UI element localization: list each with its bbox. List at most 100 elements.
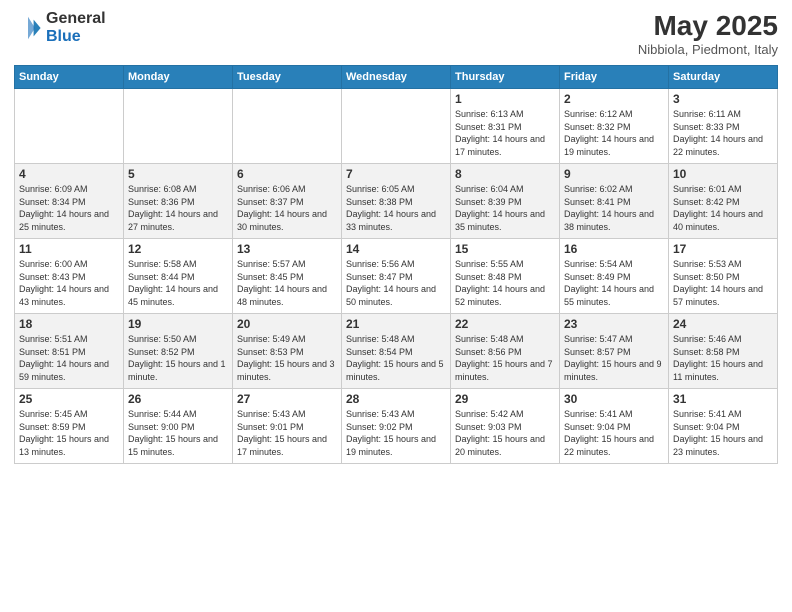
day-number: 21 [346, 317, 446, 331]
weekday-saturday: Saturday [669, 66, 778, 89]
day-info: Sunrise: 5:43 AMSunset: 9:01 PMDaylight:… [237, 408, 337, 458]
day-number: 22 [455, 317, 555, 331]
day-cell: 11Sunrise: 6:00 AMSunset: 8:43 PMDayligh… [15, 239, 124, 314]
day-info: Sunrise: 5:58 AMSunset: 8:44 PMDaylight:… [128, 258, 228, 308]
day-info: Sunrise: 5:46 AMSunset: 8:58 PMDaylight:… [673, 333, 773, 383]
calendar-header: SundayMondayTuesdayWednesdayThursdayFrid… [15, 66, 778, 89]
day-cell: 4Sunrise: 6:09 AMSunset: 8:34 PMDaylight… [15, 164, 124, 239]
day-cell: 19 Sunrise: 5:50 AMSunset: 8:52 PMDayligh… [124, 314, 233, 389]
day-number: 16 [564, 242, 664, 256]
day-cell: 22Sunrise: 5:48 AMSunset: 8:56 PMDayligh… [451, 314, 560, 389]
calendar: SundayMondayTuesdayWednesdayThursdayFrid… [14, 65, 778, 464]
week-row-4: 25 Sunrise: 5:45 AMSunset: 8:59 PMDayligh… [15, 389, 778, 464]
day-number: 24 [673, 317, 773, 331]
week-row-1: 4Sunrise: 6:09 AMSunset: 8:34 PMDaylight… [15, 164, 778, 239]
day-cell [15, 89, 124, 164]
day-cell: 31 Sunrise: 5:41 AMSunset: 9:04 PMDayligh… [669, 389, 778, 464]
day-cell: 15 Sunrise: 5:55 AMSunset: 8:48 PMDayligh… [451, 239, 560, 314]
day-cell: 17Sunrise: 5:53 AMSunset: 8:50 PMDayligh… [669, 239, 778, 314]
month-title: May 2025 [638, 10, 778, 42]
weekday-friday: Friday [560, 66, 669, 89]
calendar-body: 1 Sunrise: 6:13 AMSunset: 8:31 PMDaylight… [15, 89, 778, 464]
day-cell: 23 Sunrise: 5:47 AMSunset: 8:57 PMDayligh… [560, 314, 669, 389]
day-info: Sunrise: 6:00 AMSunset: 8:43 PMDaylight:… [19, 258, 119, 308]
day-number: 18 [19, 317, 119, 331]
day-number: 7 [346, 167, 446, 181]
day-info: Sunrise: 5:54 AMSunset: 8:49 PMDaylight:… [564, 258, 664, 308]
day-info: Sunrise: 5:50 AMSunset: 8:52 PMDaylight:… [128, 333, 228, 383]
day-number: 30 [564, 392, 664, 406]
day-info: Sunrise: 6:08 AMSunset: 8:36 PMDaylight:… [128, 183, 228, 233]
day-number: 20 [237, 317, 337, 331]
day-cell: 1 Sunrise: 6:13 AMSunset: 8:31 PMDaylight… [451, 89, 560, 164]
day-info: Sunrise: 6:11 AMSunset: 8:33 PMDaylight:… [673, 108, 773, 158]
weekday-thursday: Thursday [451, 66, 560, 89]
day-info: Sunrise: 6:05 AMSunset: 8:38 PMDaylight:… [346, 183, 446, 233]
day-number: 10 [673, 167, 773, 181]
day-info: Sunrise: 5:47 AMSunset: 8:57 PMDaylight:… [564, 333, 664, 383]
day-number: 5 [128, 167, 228, 181]
day-cell: 7 Sunrise: 6:05 AMSunset: 8:38 PMDaylight… [342, 164, 451, 239]
day-number: 3 [673, 92, 773, 106]
day-number: 15 [455, 242, 555, 256]
day-cell: 26 Sunrise: 5:44 AMSunset: 9:00 PMDayligh… [124, 389, 233, 464]
location: Nibbiola, Piedmont, Italy [638, 42, 778, 57]
day-info: Sunrise: 5:55 AMSunset: 8:48 PMDaylight:… [455, 258, 555, 308]
day-info: Sunrise: 5:41 AMSunset: 9:04 PMDaylight:… [564, 408, 664, 458]
day-cell: 24 Sunrise: 5:46 AMSunset: 8:58 PMDayligh… [669, 314, 778, 389]
logo-icon [14, 14, 42, 42]
day-info: Sunrise: 6:06 AMSunset: 8:37 PMDaylight:… [237, 183, 337, 233]
day-number: 26 [128, 392, 228, 406]
day-number: 27 [237, 392, 337, 406]
weekday-monday: Monday [124, 66, 233, 89]
day-number: 9 [564, 167, 664, 181]
day-cell: 5 Sunrise: 6:08 AMSunset: 8:36 PMDaylight… [124, 164, 233, 239]
day-cell: 16 Sunrise: 5:54 AMSunset: 8:49 PMDayligh… [560, 239, 669, 314]
day-info: Sunrise: 5:53 AMSunset: 8:50 PMDaylight:… [673, 258, 773, 308]
logo: General Blue [14, 10, 106, 45]
day-info: Sunrise: 5:41 AMSunset: 9:04 PMDaylight:… [673, 408, 773, 458]
day-info: Sunrise: 6:13 AMSunset: 8:31 PMDaylight:… [455, 108, 555, 158]
day-number: 6 [237, 167, 337, 181]
week-row-2: 11Sunrise: 6:00 AMSunset: 8:43 PMDayligh… [15, 239, 778, 314]
day-number: 12 [128, 242, 228, 256]
day-cell: 27 Sunrise: 5:43 AMSunset: 9:01 PMDayligh… [233, 389, 342, 464]
day-info: Sunrise: 6:01 AMSunset: 8:42 PMDaylight:… [673, 183, 773, 233]
page: General Blue May 2025 Nibbiola, Piedmont… [0, 0, 792, 612]
day-number: 19 [128, 317, 228, 331]
day-info: Sunrise: 5:45 AMSunset: 8:59 PMDaylight:… [19, 408, 119, 458]
day-cell: 18Sunrise: 5:51 AMSunset: 8:51 PMDayligh… [15, 314, 124, 389]
week-row-3: 18Sunrise: 5:51 AMSunset: 8:51 PMDayligh… [15, 314, 778, 389]
day-cell: 25 Sunrise: 5:45 AMSunset: 8:59 PMDayligh… [15, 389, 124, 464]
day-number: 29 [455, 392, 555, 406]
day-info: Sunrise: 6:04 AMSunset: 8:39 PMDaylight:… [455, 183, 555, 233]
day-info: Sunrise: 5:57 AMSunset: 8:45 PMDaylight:… [237, 258, 337, 308]
day-number: 1 [455, 92, 555, 106]
day-info: Sunrise: 5:56 AMSunset: 8:47 PMDaylight:… [346, 258, 446, 308]
weekday-wednesday: Wednesday [342, 66, 451, 89]
day-info: Sunrise: 5:44 AMSunset: 9:00 PMDaylight:… [128, 408, 228, 458]
day-number: 23 [564, 317, 664, 331]
day-info: Sunrise: 6:12 AMSunset: 8:32 PMDaylight:… [564, 108, 664, 158]
header: General Blue May 2025 Nibbiola, Piedmont… [14, 10, 778, 57]
day-info: Sunrise: 5:48 AMSunset: 8:54 PMDaylight:… [346, 333, 446, 383]
weekday-sunday: Sunday [15, 66, 124, 89]
day-info: Sunrise: 5:42 AMSunset: 9:03 PMDaylight:… [455, 408, 555, 458]
day-cell: 20 Sunrise: 5:49 AMSunset: 8:53 PMDayligh… [233, 314, 342, 389]
day-cell: 2Sunrise: 6:12 AMSunset: 8:32 PMDaylight… [560, 89, 669, 164]
day-number: 8 [455, 167, 555, 181]
day-number: 4 [19, 167, 119, 181]
day-cell [124, 89, 233, 164]
day-cell: 10 Sunrise: 6:01 AMSunset: 8:42 PMDayligh… [669, 164, 778, 239]
day-cell: 3 Sunrise: 6:11 AMSunset: 8:33 PMDaylight… [669, 89, 778, 164]
day-cell: 9Sunrise: 6:02 AMSunset: 8:41 PMDaylight… [560, 164, 669, 239]
weekday-tuesday: Tuesday [233, 66, 342, 89]
title-block: May 2025 Nibbiola, Piedmont, Italy [638, 10, 778, 57]
day-cell: 13Sunrise: 5:57 AMSunset: 8:45 PMDayligh… [233, 239, 342, 314]
day-cell: 6 Sunrise: 6:06 AMSunset: 8:37 PMDaylight… [233, 164, 342, 239]
day-cell: 29 Sunrise: 5:42 AMSunset: 9:03 PMDayligh… [451, 389, 560, 464]
day-cell [233, 89, 342, 164]
day-info: Sunrise: 5:49 AMSunset: 8:53 PMDaylight:… [237, 333, 337, 383]
day-number: 31 [673, 392, 773, 406]
day-number: 25 [19, 392, 119, 406]
